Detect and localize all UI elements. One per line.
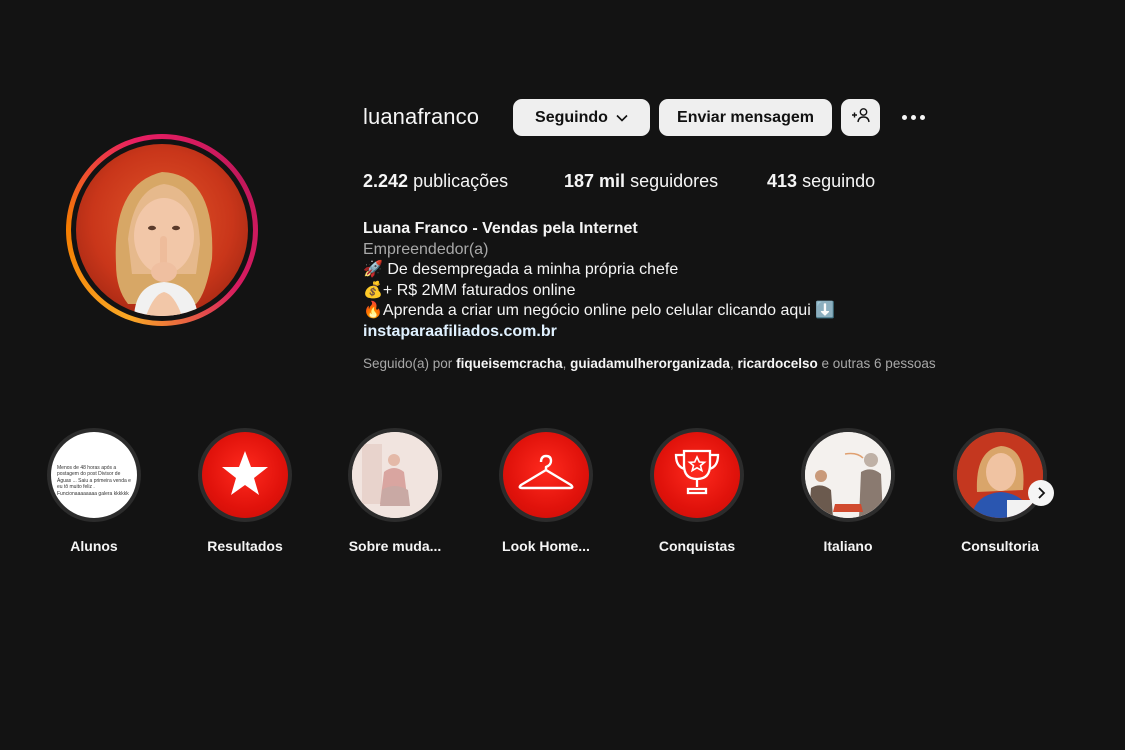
highlight-label: Italiano bbox=[823, 538, 873, 554]
profile-bio: Luana Franco - Vendas pela Internet Empr… bbox=[363, 219, 835, 342]
highlight-alunos[interactable]: Menos de 48 horas após a postagem do pos… bbox=[44, 428, 144, 554]
highlight-label: Consultoria bbox=[961, 538, 1039, 554]
chevron-down-icon bbox=[616, 109, 628, 127]
highlight-sobre-mudanca[interactable]: Sobre muda... bbox=[345, 428, 445, 554]
bio-category: Empreendedor(a) bbox=[363, 240, 489, 258]
followers-count[interactable]: 187 mil seguidores bbox=[564, 171, 718, 192]
highlight-cover bbox=[654, 432, 740, 518]
following-count[interactable]: 413 seguindo bbox=[767, 171, 875, 192]
following-button[interactable]: Seguindo bbox=[513, 99, 650, 136]
bio-link[interactable]: instaparaafiliados.com.br bbox=[363, 322, 835, 343]
person-plus-icon bbox=[851, 107, 871, 128]
highlight-label: Look Home... bbox=[502, 538, 590, 554]
highlight-label: Resultados bbox=[207, 538, 283, 554]
star-icon bbox=[220, 449, 270, 502]
profile-username: luanafranco bbox=[363, 104, 480, 129]
highlight-label: Conquistas bbox=[658, 538, 736, 554]
highlight-cover bbox=[352, 432, 438, 518]
highlight-conquistas[interactable]: Conquistas bbox=[647, 428, 747, 554]
send-message-button[interactable]: Enviar mensagem bbox=[659, 99, 832, 136]
hanger-icon bbox=[517, 453, 575, 498]
highlight-label: Alunos bbox=[70, 538, 118, 554]
highlight-look-home[interactable]: Look Home... bbox=[496, 428, 596, 554]
followed-by[interactable]: Seguido(a) por fiqueisemcracha, guiadamu… bbox=[363, 356, 936, 371]
trophy-icon bbox=[672, 447, 722, 504]
photo-icon bbox=[805, 432, 891, 518]
bio-line: 🔥Aprenda a criar um negócio online pelo … bbox=[363, 302, 836, 319]
highlight-resultados[interactable]: Resultados bbox=[195, 428, 295, 554]
highlight-italiano[interactable]: Italiano bbox=[798, 428, 898, 554]
highlight-cover bbox=[503, 432, 589, 518]
bio-line: 💰+ R$ 2MM faturados online bbox=[363, 281, 576, 299]
following-button-label: Seguindo bbox=[535, 108, 608, 126]
add-user-button[interactable] bbox=[841, 99, 880, 136]
photo-icon bbox=[352, 432, 438, 518]
ellipsis-icon[interactable] bbox=[898, 105, 928, 129]
posts-count: 2.242 publicações bbox=[363, 171, 509, 191]
chevron-right-icon[interactable] bbox=[1028, 480, 1054, 506]
profile-avatar[interactable] bbox=[66, 134, 258, 326]
highlight-cover bbox=[957, 432, 1043, 518]
photo-icon bbox=[957, 432, 1043, 518]
highlight-preview-text: Menos de 48 horas após a postagem do pos… bbox=[57, 464, 131, 497]
bio-line: 🚀 De desempregada a minha própria chefe bbox=[363, 261, 679, 278]
highlight-cover bbox=[805, 432, 891, 518]
highlight-label: Sobre muda... bbox=[348, 538, 442, 554]
avatar-photo bbox=[76, 144, 248, 316]
highlight-cover: Menos de 48 horas após a postagem do pos… bbox=[51, 432, 137, 518]
bio-name: Luana Franco - Vendas pela Internet bbox=[363, 220, 638, 237]
highlight-cover bbox=[202, 432, 288, 518]
